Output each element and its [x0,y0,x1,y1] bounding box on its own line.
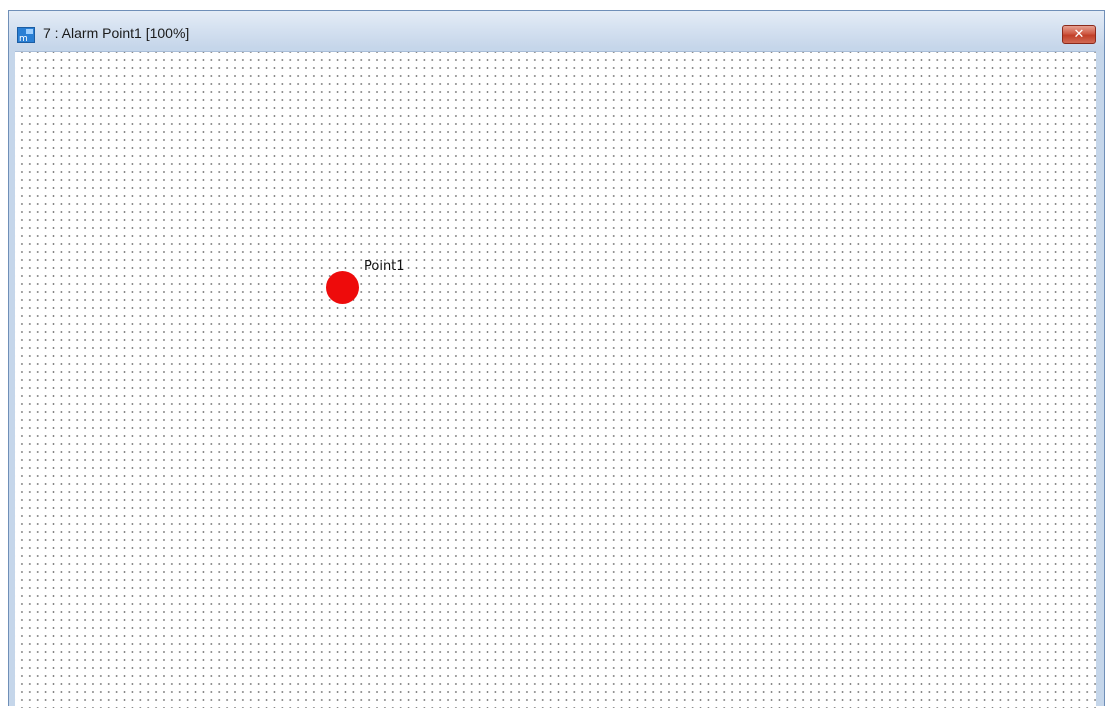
graphic-canvas[interactable]: Point1 [15,51,1096,708]
app-icon [17,27,35,44]
title-bar[interactable]: 7 : Alarm Point1 [100%] ✕ [9,11,1104,47]
close-button[interactable]: ✕ [1062,25,1096,44]
close-icon: ✕ [1073,27,1085,42]
alarm-point-indicator[interactable] [326,271,359,304]
window-title: 7 : Alarm Point1 [100%] [43,25,190,41]
alarm-point-window: 7 : Alarm Point1 [100%] ✕ Point1 [8,10,1105,708]
point-label: Point1 [364,259,405,274]
